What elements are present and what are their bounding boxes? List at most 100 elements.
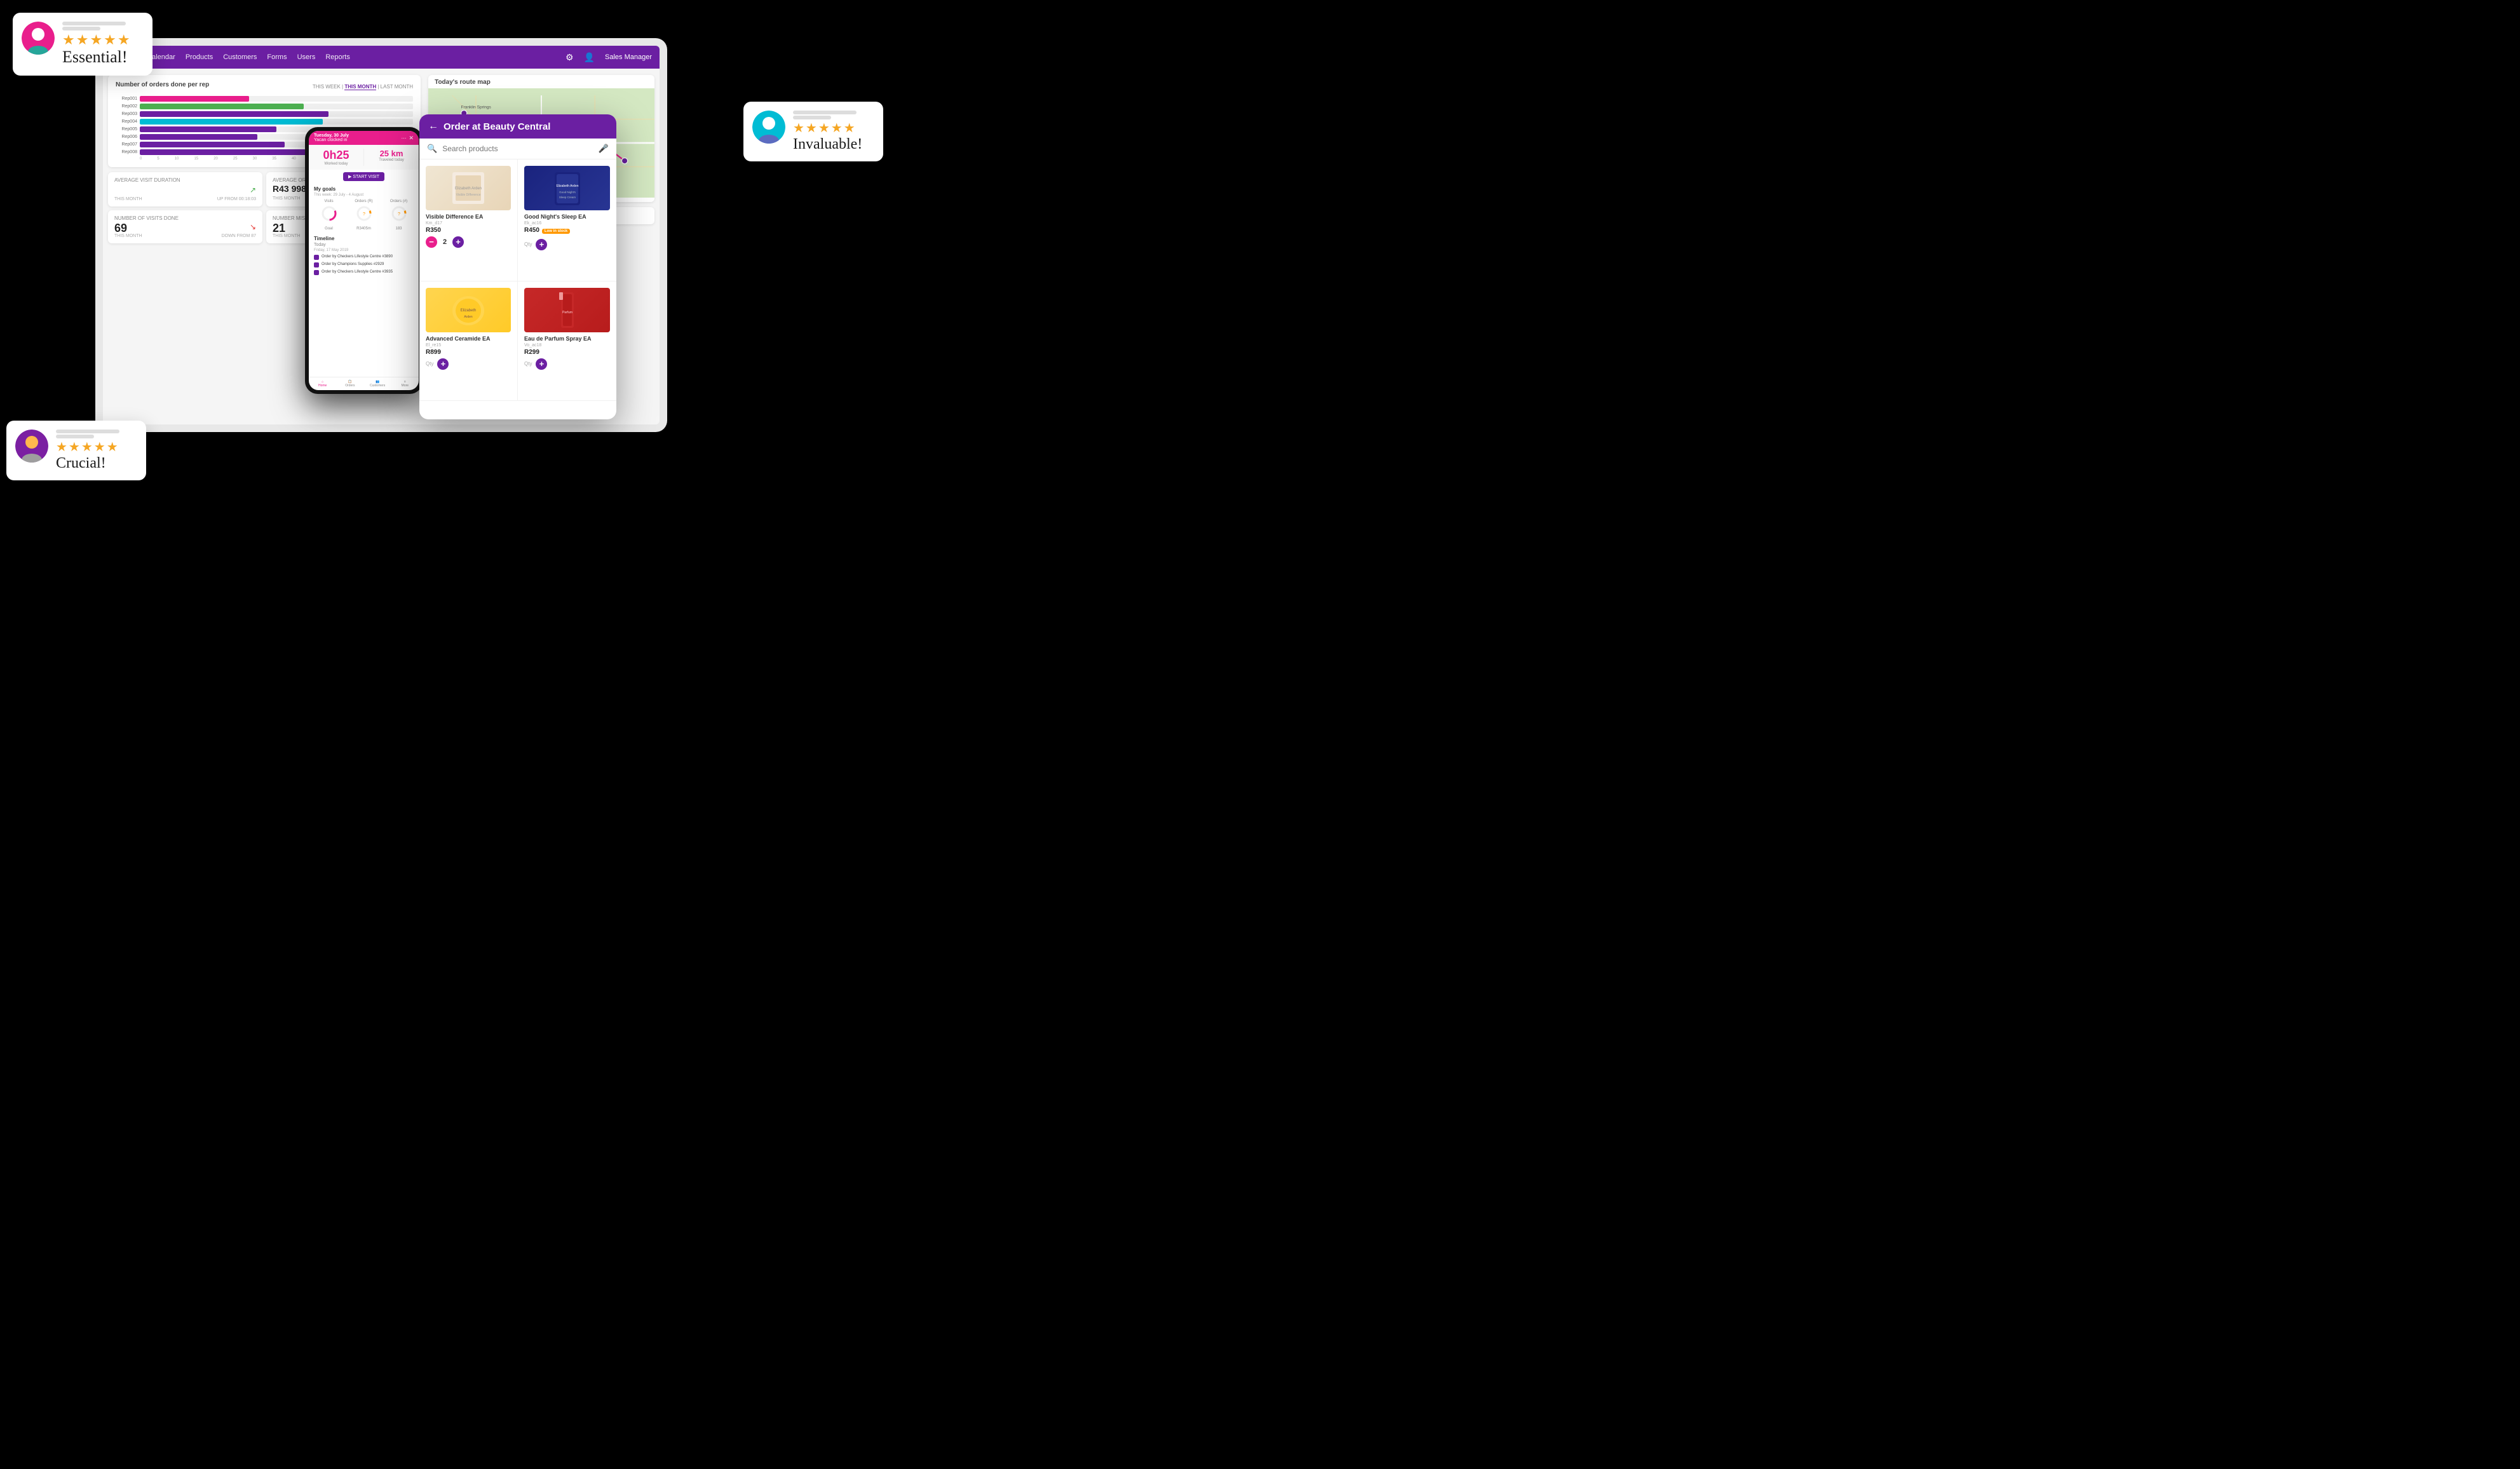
map-title: Today's route map <box>428 75 654 88</box>
qty-plus-2[interactable]: + <box>437 358 449 370</box>
phone-shell: Tuesday, 30 July Yacan clocked in ⋯ ✕ 0h… <box>305 127 423 394</box>
qty-plus-0[interactable]: + <box>452 236 464 248</box>
svg-text:Arden: Arden <box>464 315 473 319</box>
order-back-button[interactable]: ← <box>428 121 438 132</box>
avatar-invaluable <box>752 111 785 144</box>
product-sku-3: Vo_ac18 <box>524 343 610 348</box>
qty-plus-3[interactable]: + <box>536 358 547 370</box>
phone-timeline-item-2: Order by Checkers Lifestyle Centre #3935 <box>309 269 419 276</box>
phone-km-label: Traveled today <box>369 158 414 162</box>
product-sku-0: Km_d17 <box>426 221 511 226</box>
stat-visits: Number of visits done 69 ↘ THIS MONTH DO… <box>108 210 262 243</box>
phone-timeline-date: Friday, 17 May 2019 <box>309 248 419 254</box>
review-line <box>56 435 94 438</box>
product-name-2: Advanced Ceramide EA <box>426 335 511 342</box>
phone-nav-more[interactable]: ≡More <box>391 380 419 388</box>
low-stock-badge-1: Low in stock <box>542 229 570 234</box>
start-visit-button[interactable]: ▶ START VISIT <box>343 172 384 181</box>
review-stars-invaluable: ★★★★★ <box>793 122 862 135</box>
avatar-essential <box>22 22 55 55</box>
search-icon: 🔍 <box>427 144 437 154</box>
svg-text:Sleep Cream: Sleep Cream <box>559 196 576 199</box>
svg-text:Elizabeth Arden: Elizabeth Arden <box>556 184 578 188</box>
phone-stat-km: 25 km Traveled today <box>369 149 414 166</box>
svg-text:Elizabeth Arden: Elizabeth Arden <box>455 187 482 191</box>
chart-filters: THIS WEEK | THIS MONTH | LAST MONTH <box>313 84 413 90</box>
phone-goals-row: Visits Goal Orders (R) ? R3405m Orders (… <box>309 198 419 233</box>
phone-km-value: 25 km <box>369 149 414 158</box>
svg-text:?: ? <box>363 212 365 217</box>
review-line <box>793 111 857 114</box>
phone-timeline-text-0: Order by Checkers Lifestyle Centre #3890 <box>322 255 393 260</box>
phone-goals-week: This week: 29 July - 4 August <box>309 193 419 198</box>
nav-forms[interactable]: Forms <box>267 53 287 61</box>
product-image-3: Parfum <box>524 288 610 332</box>
qty-label-2: Qty <box>426 361 433 367</box>
phone-goal-orders-r: Orders (R) ? R3405m <box>349 200 379 231</box>
nav-users[interactable]: Users <box>297 53 316 61</box>
phone-rep: Yacan clocked in <box>314 138 349 142</box>
chart-header: Number of orders done per rep THIS WEEK … <box>116 81 413 92</box>
svg-text:Elizabeth: Elizabeth <box>461 309 477 313</box>
nav-products[interactable]: Products <box>186 53 213 61</box>
review-card-essential: ★★★★★ Essential! <box>13 13 152 76</box>
svg-text:Good Night's: Good Night's <box>559 191 576 194</box>
user-icon[interactable]: 👤 <box>584 52 595 63</box>
phone-stats-row: 0h25 Worked today 25 km Traveled today <box>309 145 419 170</box>
phone-timeline-text-2: Order by Checkers Lifestyle Centre #3935 <box>322 270 393 275</box>
phone-goals-title: My goals <box>309 184 419 193</box>
phone-timeline-item-1: Order by Champions Supplies #2929 <box>309 261 419 269</box>
phone-menu-dots[interactable]: ⋯ <box>401 135 406 141</box>
product-qty-row-0: − 2 + <box>426 236 511 248</box>
svg-text:Parfum: Parfum <box>562 311 572 315</box>
product-sku-2: El_re15 <box>426 343 511 348</box>
product-qty-row-3: Qty + <box>524 358 610 370</box>
phone-date: Tuesday, 30 July <box>314 133 349 138</box>
settings-icon[interactable]: ⚙ <box>566 52 574 63</box>
product-qty-row-1: Qty + <box>524 239 610 250</box>
phone-stat-time: 0h25 Worked today <box>314 149 358 166</box>
mic-icon[interactable]: 🎤 <box>599 144 609 154</box>
product-image-1: Elizabeth Arden Good Night's Sleep Cream <box>524 166 610 210</box>
phone-nav-orders[interactable]: 📋Orders <box>336 380 363 388</box>
nav-reports[interactable]: Reports <box>325 53 350 61</box>
nav-username: Sales Manager <box>605 53 652 61</box>
review-stars-essential: ★★★★★ <box>62 33 132 47</box>
qty-label-1: Qty <box>524 241 532 247</box>
qty-plus-1[interactable]: + <box>536 239 547 250</box>
product-cell-1: Elizabeth Arden Good Night's Sleep Cream… <box>518 159 616 281</box>
order-panel: ← Order at Beauty Central 🔍 🎤 Elizabeth … <box>419 114 616 419</box>
product-name-0: Visible Difference EA <box>426 213 511 220</box>
product-qty-row-2: Qty + <box>426 358 511 370</box>
product-price-0: R350 <box>426 227 511 234</box>
phone-nav-home[interactable]: ⌂Home <box>309 380 336 388</box>
qty-value-0: 2 <box>440 238 450 246</box>
bar-row-rep001: Rep001 <box>116 96 413 102</box>
nav-bar: Timeline Calendar Products Customers For… <box>103 46 660 69</box>
avatar-crucial <box>15 430 48 463</box>
svg-text:Visible Difference: Visible Difference <box>456 193 481 197</box>
product-price-3: R299 <box>524 349 610 356</box>
product-name-1: Good Night's Sleep EA <box>524 213 610 220</box>
bar-row-rep002: Rep002 <box>116 104 413 109</box>
order-panel-header: ← Order at Beauty Central <box>419 114 616 139</box>
product-cell-3: Parfum Eau de Parfum Spray EA Vo_ac18 R2… <box>518 281 616 401</box>
phone-close-icon[interactable]: ✕ <box>409 135 414 142</box>
phone-nav-customers[interactable]: 👥Customers <box>364 380 391 388</box>
product-image-0: Elizabeth Arden Visible Difference <box>426 166 511 210</box>
review-line <box>62 27 100 30</box>
order-title: Order at Beauty Central <box>444 121 550 132</box>
phone-timeline-title: Timeline <box>309 233 419 243</box>
review-label-invaluable: Invaluable! <box>793 136 862 152</box>
product-sku-1: Ek_ac16 <box>524 221 610 226</box>
product-price-2: R899 <box>426 349 511 356</box>
bar-row-rep003: Rep003 <box>116 111 413 117</box>
chart-filter-active[interactable]: THIS MONTH <box>344 84 376 90</box>
stat-avg-visit: Average visit duration ↗ THIS MONTH UP F… <box>108 172 262 206</box>
nav-customers[interactable]: Customers <box>223 53 257 61</box>
bar-row-rep004: Rep004 <box>116 119 413 125</box>
product-price-1: R450 <box>524 227 539 234</box>
qty-minus-0[interactable]: − <box>426 236 437 248</box>
product-cell-0: Elizabeth Arden Visible Difference Visib… <box>419 159 518 281</box>
search-input[interactable] <box>442 144 593 153</box>
